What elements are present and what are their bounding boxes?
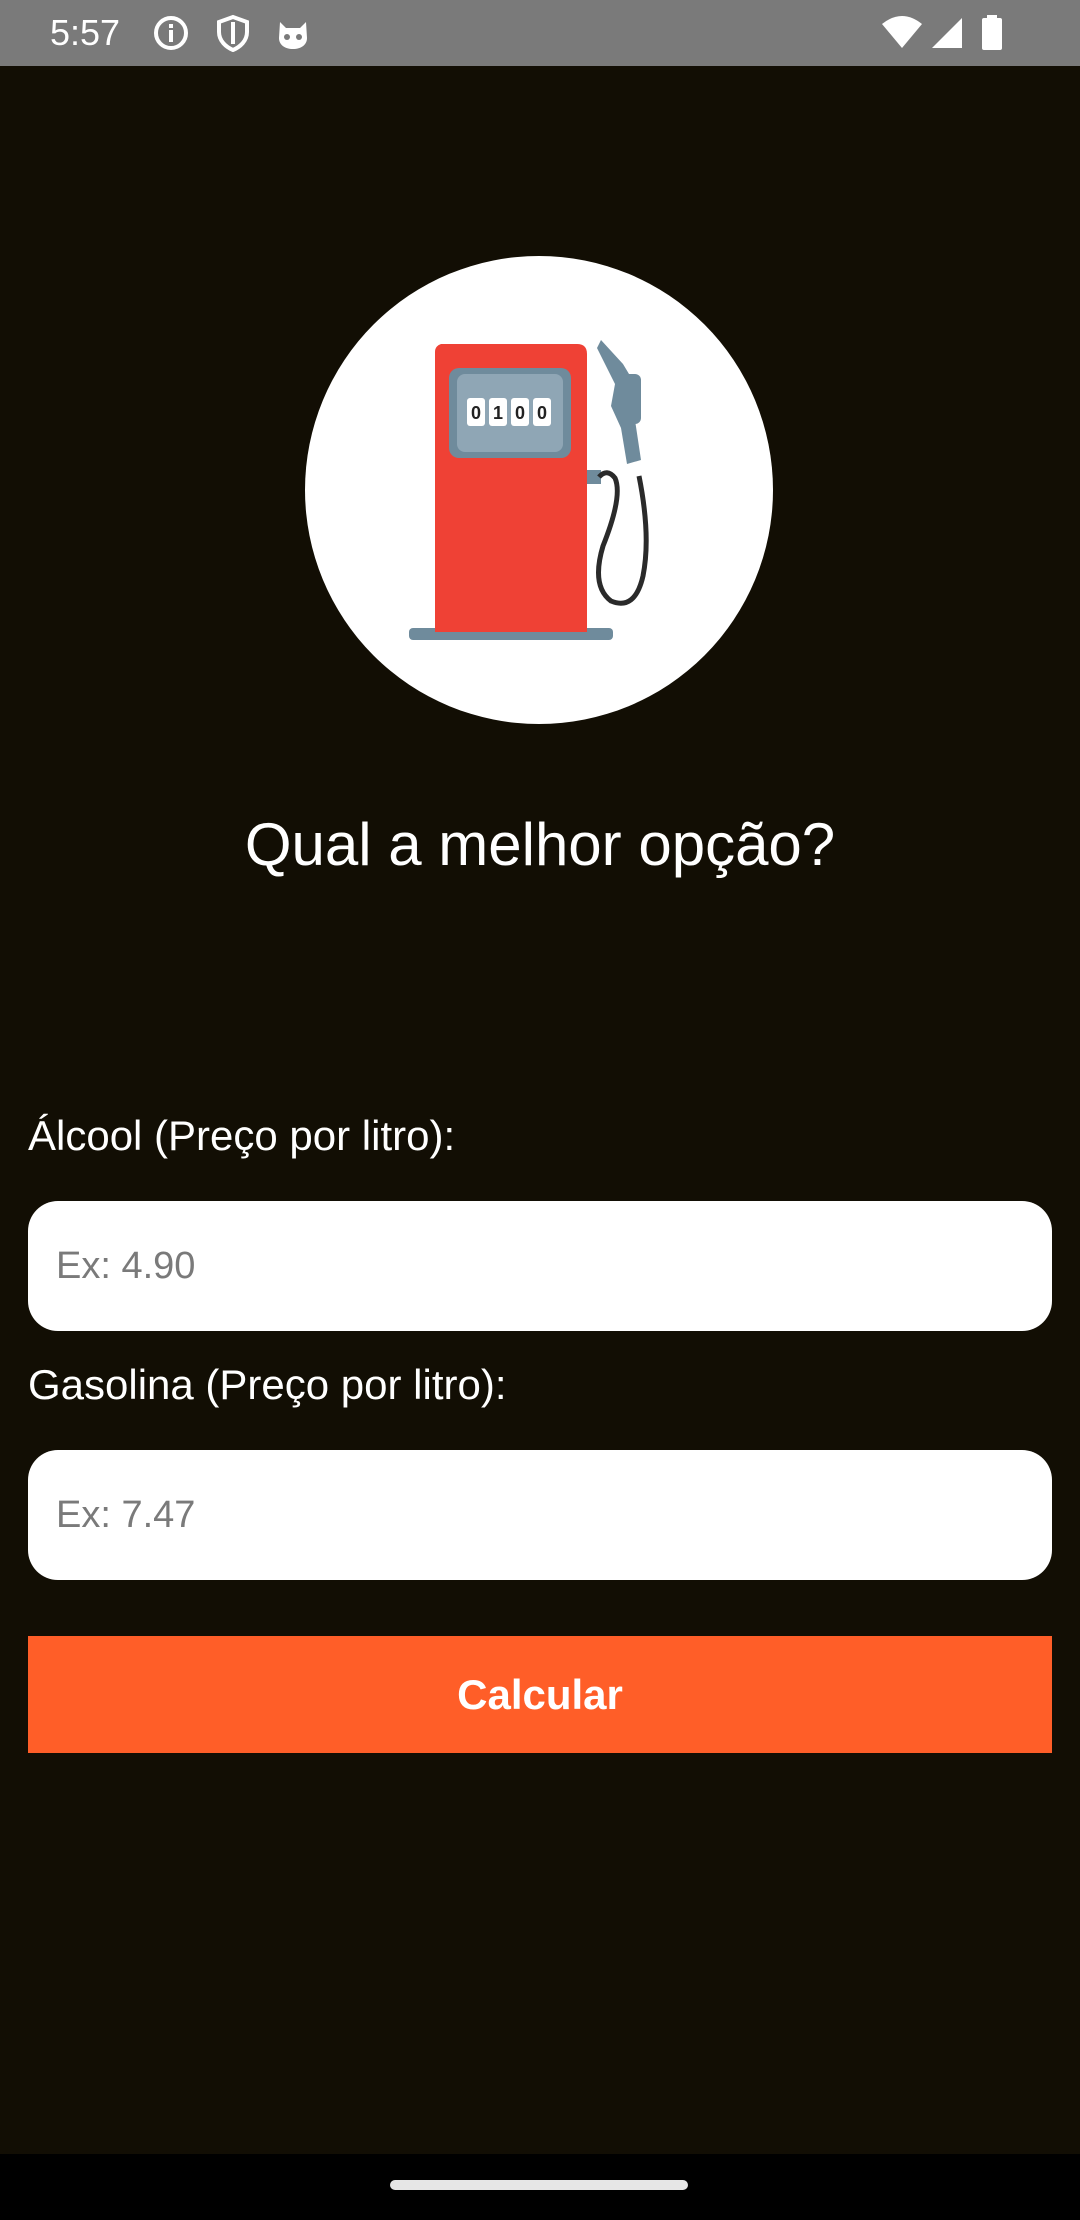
page-title: Qual a melhor opção? [244,811,836,878]
info-icon [154,16,188,50]
alcool-label: Álcool (Preço por litro): [28,1112,456,1159]
counter-digit-4: 0 [537,403,547,423]
shield-icon [217,14,249,52]
gasolina-label: Gasolina (Preço por litro): [28,1361,507,1408]
status-time: 5:57 [50,12,121,53]
home-indicator[interactable] [390,2180,688,2190]
wifi-icon [882,16,922,48]
cat-face-icon [279,22,307,49]
counter-digit-2: 1 [493,403,503,423]
counter-digit-3: 0 [515,403,525,423]
fuel-pump-icon: 0 1 0 0 [409,340,649,640]
app-screen: 5:57 0 1 0 0 Qual a melhor opção? Álcool… [0,0,1080,2220]
cellular-signal-icon [932,18,962,48]
fuel-pump-logo: 0 1 0 0 [305,256,773,724]
navigation-bar [0,2154,1080,2220]
calculate-button[interactable]: Calcular [28,1636,1052,1753]
counter-digit-1: 0 [471,403,481,423]
gasolina-price-input[interactable] [28,1450,1052,1580]
status-bar: 5:57 [0,0,1080,66]
battery-icon [982,15,1002,50]
alcool-price-input[interactable] [28,1201,1052,1331]
